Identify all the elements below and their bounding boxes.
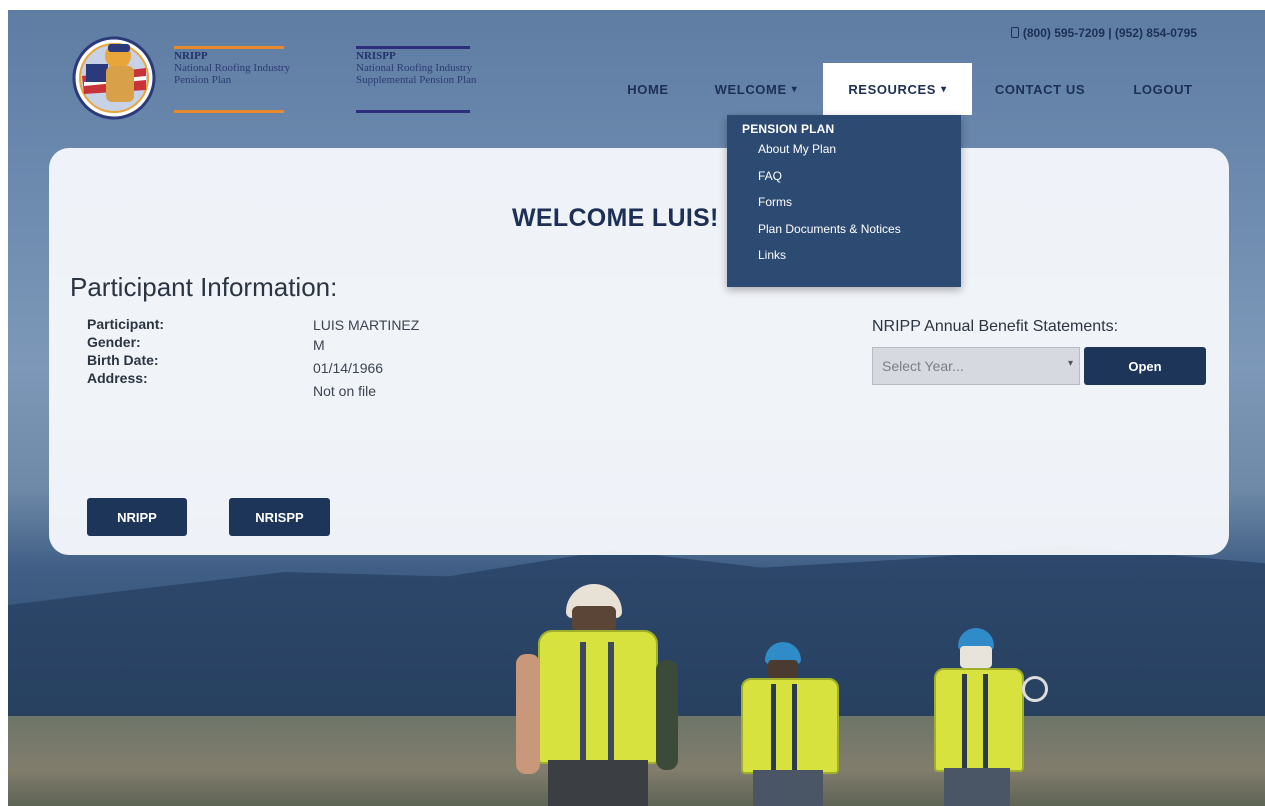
brand-nripp: NRIPP National Roofing Industry Pension … [174,50,290,86]
menu-item-links[interactable]: Links [742,248,961,275]
nav-logout[interactable]: LOGOUT [1114,63,1212,115]
resources-dropdown-menu: PENSION PLAN About My Plan FAQ Forms Pla… [727,115,961,287]
year-select[interactable]: Select Year... ▾ [872,347,1080,385]
gender-label: Gender: [87,334,141,350]
brand2-bottom-rule [356,110,470,113]
nripp-emblem-logo[interactable] [68,28,160,128]
brand1-line2: Pension Plan [174,74,232,86]
nav-resources-label: RESOURCES [848,81,937,97]
statements-label: NRIPP Annual Benefit Statements: [872,318,1119,335]
nav-welcome-label: WELCOME [714,81,787,97]
nrispp-button[interactable]: NRISPP [229,498,330,536]
nripp-button-label: NRIPP [117,509,157,525]
worker-right [930,628,1050,806]
nav-contact-us[interactable]: CONTACT US [980,63,1100,115]
year-select-value: Select Year... [882,358,964,374]
menu-item-about-my-plan[interactable]: About My Plan [742,142,961,169]
brand-nrispp: NRISPP National Roofing Industry Supplem… [356,50,476,86]
brand1-bottom-rule [174,110,284,113]
open-button-label: Open [1128,358,1162,374]
birth-date-value: 01/14/1966 [313,360,384,376]
menu-item-plan-documents[interactable]: Plan Documents & Notices [742,222,961,249]
nav-resources[interactable]: RESOURCES ▾ [823,63,972,115]
menu-item-forms[interactable]: Forms [742,195,961,222]
nav-logout-label: LOGOUT [1133,81,1193,97]
select-arrow-icon: ▾ [1067,358,1073,369]
address-label: Address: [87,370,148,386]
participant-label: Participant: [87,316,165,332]
address-value: Not on file [313,383,377,399]
phone-text: (800) 595-7209 | (952) 854-0795 [1022,26,1197,40]
nripp-button[interactable]: NRIPP [87,498,187,536]
gender-value: M [313,337,325,353]
nav-home-label: HOME [627,81,669,97]
open-button[interactable]: Open [1084,347,1206,385]
brand2-top-rule [356,46,470,49]
menu-item-faq[interactable]: FAQ [742,169,961,196]
chevron-down-icon: ▾ [941,83,947,95]
page-title: WELCOME LUIS! [512,204,719,232]
phone-numbers: (800) 595-7209 | (952) 854-0795 [1010,26,1197,40]
worker-left [516,584,696,806]
nav-welcome[interactable]: WELCOME ▾ [697,63,815,115]
brand2-line1: National Roofing Industry [356,62,473,74]
dropdown-heading: PENSION PLAN [742,122,835,136]
phone-icon [1010,27,1019,38]
worker-middle [735,642,845,806]
nrispp-button-label: NRISPP [255,509,304,525]
participant-value: LUIS MARTINEZ [313,317,420,333]
birth-date-label: Birth Date: [87,352,159,368]
brand1-top-rule [174,46,284,49]
nav-contact-label: CONTACT US [994,81,1086,97]
nav-home[interactable]: HOME [612,63,684,115]
brand2-line2: Supplemental Pension Plan [356,74,477,86]
brand2-abbr: NRISPP [356,50,396,62]
chevron-down-icon: ▾ [791,83,798,95]
brand1-abbr: NRIPP [174,50,208,62]
participant-info-heading: Participant Information: [70,272,338,302]
brand1-line1: National Roofing Industry [174,62,291,74]
